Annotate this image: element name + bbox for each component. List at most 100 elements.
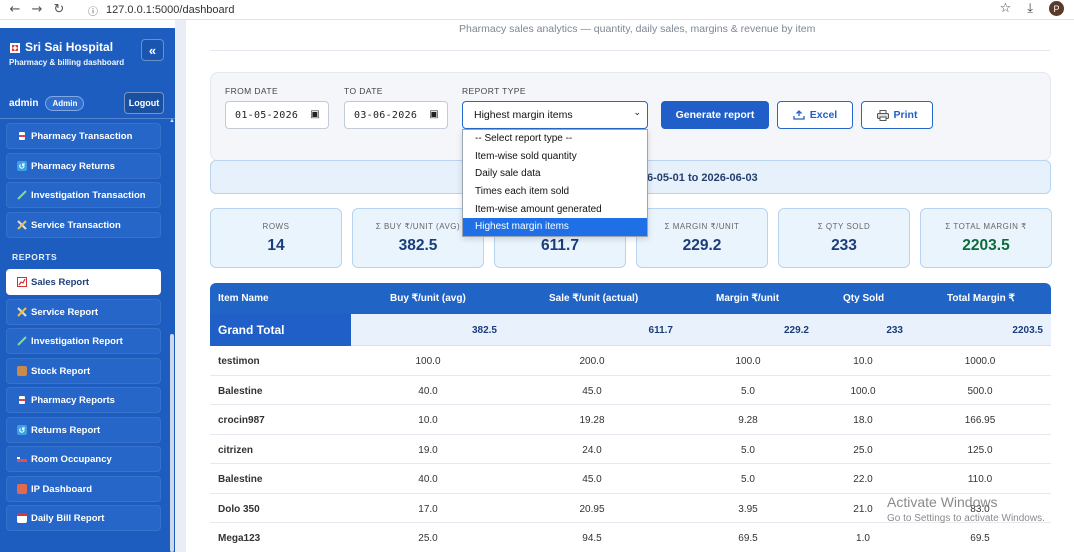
sidebar-item-pharmacy-transaction[interactable]: Pharmacy Transaction	[6, 123, 161, 149]
margin-value: 100.0	[735, 356, 761, 367]
syringe-icon	[17, 190, 27, 200]
dropdown-option[interactable]: -- Select report type --	[463, 130, 647, 148]
item-name: Balestine	[218, 385, 263, 397]
stat-label: ROWS	[262, 222, 290, 231]
export-icon	[793, 110, 805, 120]
total-margin-value: 166.95	[964, 415, 996, 426]
user-row: admin Admin Logout	[9, 92, 164, 114]
scrollbar-thumb[interactable]	[170, 334, 174, 552]
sidebar-item-service-transaction[interactable]: Service Transaction	[6, 212, 161, 238]
download-icon[interactable]: ⤓	[1027, 1, 1033, 16]
print-label: Print	[893, 109, 918, 121]
sidebar-item-label: Returns Report	[31, 424, 101, 436]
stat-value: 2203.5	[962, 237, 1010, 254]
sidebar-item-pharmacy-returns[interactable]: ↺ Pharmacy Returns	[6, 153, 161, 179]
reload-icon[interactable]: ↻	[48, 0, 70, 20]
profile-avatar[interactable]: P	[1049, 1, 1064, 16]
logout-button[interactable]: Logout	[124, 92, 164, 114]
report-type-select[interactable]: Highest margin items ⌄	[462, 101, 648, 129]
calendar-icon[interactable]: ▣	[310, 109, 320, 120]
pill-icon	[17, 131, 27, 141]
column-header[interactable]: Margin ₹/unit	[716, 293, 779, 304]
report-type-dropdown[interactable]: -- Select report type -- Item-wise sold …	[462, 129, 648, 237]
sidebar-item-label: Stock Report	[31, 365, 91, 377]
sidebar-item-stock-report[interactable]: Stock Report	[6, 358, 161, 384]
username: admin	[9, 97, 39, 109]
watermark-line2: Go to Settings to activate Windows.	[887, 513, 1045, 524]
sidebar-item-pharmacy-reports[interactable]: Pharmacy Reports	[6, 387, 161, 413]
column-header[interactable]: Total Margin ₹	[947, 293, 1015, 304]
excel-button[interactable]: Excel	[777, 101, 853, 129]
sidebar-item-daily-bill-report[interactable]: Daily Bill Report	[6, 505, 161, 531]
sidebar-item-service-report[interactable]: Service Report	[6, 299, 161, 325]
item-name: crocin987	[218, 415, 265, 426]
sidebar-item-label: Sales Report	[31, 276, 90, 288]
from-date-input[interactable]: 01-05-2026 ▣	[225, 101, 329, 129]
syringe-icon	[17, 336, 27, 346]
buy-value: 17.0	[418, 503, 438, 515]
brand-subtitle: Pharmacy & billing dashboard	[9, 58, 125, 67]
sidebar-item-label: IP Dashboard	[31, 483, 93, 495]
sidebar-divider	[0, 118, 175, 119]
watermark-line1: Activate Windows	[887, 494, 998, 510]
buy-value: 40.0	[418, 474, 438, 485]
total-margin-value: 1000.0	[964, 356, 996, 367]
sidebar-item-sales-report[interactable]: Sales Report	[6, 269, 161, 295]
returns-icon: ↺	[17, 161, 27, 171]
column-header[interactable]: Qty Sold	[843, 293, 884, 304]
dropdown-option-selected[interactable]: Highest margin items	[463, 217, 647, 236]
stat-value: 233	[831, 237, 857, 254]
forward-icon[interactable]: →	[26, 0, 48, 20]
sidebar-item-label: Pharmacy Returns	[31, 160, 115, 172]
sidebar-item-ip-dashboard[interactable]: IP Dashboard	[6, 476, 161, 502]
bookmark-star-icon[interactable]: ☆	[1000, 1, 1012, 16]
collapse-sidebar-button[interactable]: «	[141, 39, 164, 61]
dropdown-option[interactable]: Item-wise amount generated	[463, 200, 647, 218]
back-icon[interactable]: ←	[4, 0, 26, 20]
pill-icon	[17, 395, 27, 405]
sidebar-item-label: Room Occupancy	[31, 453, 112, 465]
table-row[interactable]: citrizen 19.0 24.0 5.0 25.0 125.0	[210, 435, 1051, 464]
stat-value: 382.5	[398, 237, 438, 254]
dropdown-option[interactable]: Item-wise sold quantity	[463, 148, 647, 166]
chevron-down-icon: ⌄	[633, 108, 641, 118]
main-left-strip	[175, 20, 186, 552]
table-row[interactable]: crocin987 10.0 19.28 9.28 18.0 166.95	[210, 405, 1051, 435]
table-row[interactable]: testimon 100.0 200.0 100.0 10.0 1000.0	[210, 346, 1051, 376]
reports-heading: REPORTS	[12, 252, 58, 262]
site-info-icon[interactable]: ⓘ	[88, 3, 98, 18]
sidebar-item-label: Pharmacy Transaction	[31, 130, 133, 142]
sidebar-item-room-occupancy[interactable]: Room Occupancy	[6, 446, 161, 472]
dropdown-option[interactable]: Times each item sold	[463, 183, 647, 201]
sidebar-item-label: Service Report	[31, 306, 99, 318]
role-badge: Admin	[45, 95, 85, 111]
column-header[interactable]: Sale ₹/unit (actual)	[549, 293, 638, 304]
sidebar-item-investigation-transaction[interactable]: Investigation Transaction	[6, 182, 161, 208]
dropdown-option[interactable]: Daily sale data	[463, 165, 647, 183]
sidebar-item-returns-report[interactable]: ↺ Returns Report	[6, 417, 161, 443]
excel-label: Excel	[809, 109, 838, 121]
qty-value: 22.0	[853, 474, 873, 485]
report-type-label: REPORT TYPE	[462, 86, 526, 96]
buy-value: 100.0	[415, 356, 441, 367]
table-row[interactable]: Mega123 25.0 94.5 69.5 1.0 69.5	[210, 523, 1051, 552]
table-row[interactable]: Balestine 40.0 45.0 5.0 100.0 500.0	[210, 376, 1051, 405]
stat-label: Σ MARGIN ₹/UNIT	[664, 222, 740, 231]
sidebar-item-investigation-report[interactable]: Investigation Report	[6, 328, 161, 354]
date-range-text: 6-05-01 to 2026-06-03	[647, 172, 758, 184]
column-header[interactable]: Buy ₹/unit (avg)	[390, 293, 466, 304]
print-button[interactable]: Print	[861, 101, 933, 129]
column-header[interactable]: Item Name	[218, 293, 269, 304]
calendar-icon[interactable]: ▣	[429, 109, 439, 120]
sidebar-item-label: Daily Bill Report	[31, 512, 105, 524]
address-bar[interactable]: ⓘ 127.0.0.1:5000/dashboard	[88, 2, 234, 18]
generate-report-button[interactable]: Generate report	[661, 101, 769, 129]
margin-value: 5.0	[741, 444, 755, 456]
hospital-logo-icon	[10, 43, 20, 53]
to-date-input[interactable]: 03-06-2026 ▣	[344, 101, 448, 129]
margin-value: 69.5	[738, 533, 758, 544]
margin-value: 5.0	[741, 385, 755, 397]
buy-value: 25.0	[418, 533, 438, 544]
item-name: Dolo 350	[218, 503, 260, 515]
table-row[interactable]: Balestine 40.0 45.0 5.0 22.0 110.0	[210, 464, 1051, 494]
